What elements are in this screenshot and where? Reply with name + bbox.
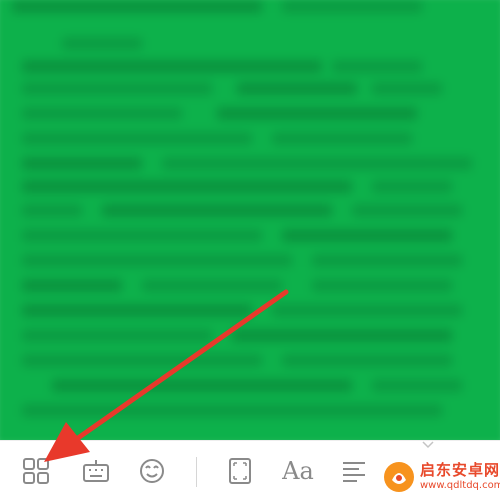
blurred-text-line: [312, 254, 462, 267]
blurred-text-line: [282, 229, 452, 242]
watermark: 启东安卓网 www.qdltdq.com: [380, 458, 500, 496]
keyboard-button[interactable]: [74, 449, 118, 493]
blurred-text-line: [22, 279, 122, 292]
blurred-text-line: [62, 37, 142, 50]
blurred-text-line: [22, 82, 212, 95]
blurred-text-line: [232, 329, 452, 342]
grid-apps-icon: [23, 458, 49, 484]
blurred-text-line: [22, 132, 252, 145]
font-style-button[interactable]: Aa: [276, 449, 320, 493]
toolbar-divider: [196, 457, 197, 487]
font-style-icon: Aa: [282, 457, 314, 485]
watermark-url: www.qdltdq.com: [420, 480, 500, 491]
blurred-document-content: [0, 0, 500, 440]
blurred-text-line: [22, 354, 262, 367]
blurred-text-line: [372, 379, 462, 392]
blurred-text-line: [312, 279, 452, 292]
chevron-down-icon[interactable]: [420, 440, 436, 450]
watermark-logo-icon: [384, 462, 414, 492]
blurred-text-line: [22, 404, 442, 417]
page-frame-button[interactable]: [218, 449, 262, 493]
blurred-text-line: [22, 329, 212, 342]
emoji-button[interactable]: [130, 449, 174, 493]
page-frame-icon: [229, 458, 251, 484]
blurred-text-line: [162, 157, 432, 170]
blurred-text-line: [432, 157, 472, 170]
blurred-text-line: [217, 107, 417, 120]
blurred-text-line: [282, 354, 452, 367]
blurred-text-line: [12, 0, 262, 13]
blurred-text-line: [22, 180, 352, 193]
blurred-text-line: [332, 60, 422, 73]
blurred-text-line: [22, 60, 322, 73]
paragraph-align-icon: [343, 462, 365, 482]
blurred-text-line: [22, 254, 292, 267]
blurred-text-line: [22, 229, 262, 242]
emoji-face-icon: [140, 459, 164, 483]
blurred-text-line: [372, 82, 442, 95]
blurred-text-line: [22, 157, 142, 170]
blurred-text-line: [352, 204, 462, 217]
blurred-text-line: [22, 304, 252, 317]
blurred-text-line: [372, 180, 452, 193]
blurred-text-line: [272, 304, 462, 317]
paragraph-align-button[interactable]: [332, 449, 376, 493]
keyboard-icon: [83, 460, 109, 482]
apps-button[interactable]: [14, 449, 58, 493]
blurred-text-line: [52, 379, 352, 392]
blurred-text-line: [22, 204, 82, 217]
blurred-text-line: [22, 107, 182, 120]
blurred-text-line: [272, 132, 412, 145]
blurred-text-line: [237, 82, 357, 95]
blurred-text-line: [142, 279, 282, 292]
blurred-text-line: [102, 204, 332, 217]
blurred-text-block: [0, 0, 500, 440]
watermark-title: 启东安卓网: [420, 461, 500, 479]
blurred-text-line: [282, 0, 422, 13]
